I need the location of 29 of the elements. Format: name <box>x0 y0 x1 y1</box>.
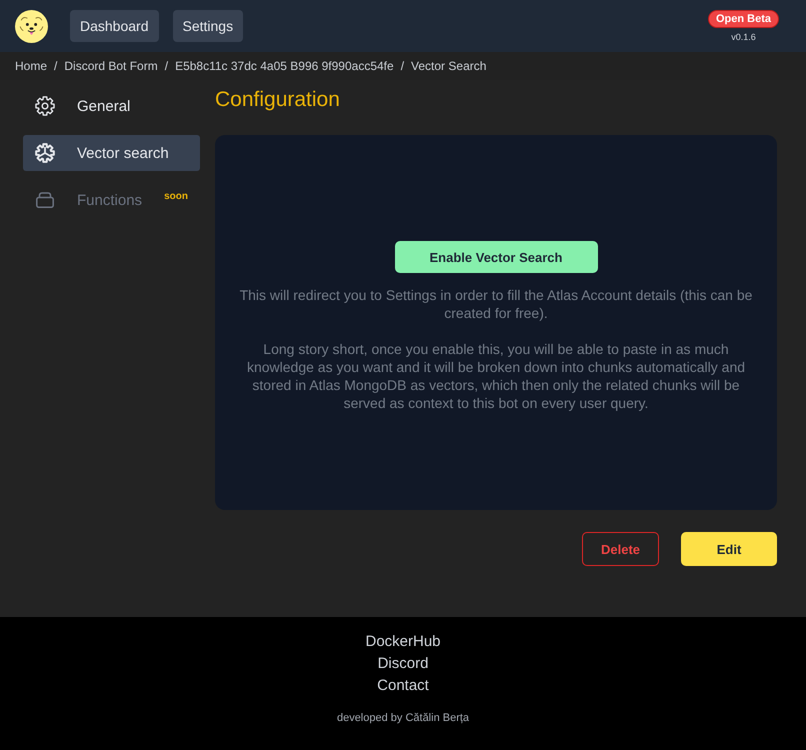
footer-link[interactable]: DockerHub <box>365 631 441 653</box>
gear-icon <box>35 96 55 116</box>
nav-button[interactable]: Dashboard <box>70 10 158 42</box>
archive-box-icon <box>35 190 55 210</box>
footer-link[interactable]: Contact <box>377 675 429 697</box>
description-text: This will redirect you to Settings in order to fill the Atlas Account details (this can be created for free). <box>238 286 754 322</box>
section-title: Configuration <box>215 88 341 113</box>
breadcrumb-link[interactable]: Discord Bot Form <box>64 59 158 73</box>
wheel-icon <box>35 143 55 163</box>
breadcrumb-link[interactable]: E5b8c11c 37dc 4a05 B996 9f990acc54fe <box>175 59 394 73</box>
sidebar-item[interactable]: General <box>23 88 200 124</box>
dog-logo-icon[interactable] <box>15 10 48 42</box>
breadcrumb-separator: / <box>400 59 404 73</box>
sidebar-item[interactable]: Vector search <box>23 135 200 171</box>
sidebar-item: Functions soon <box>23 182 200 218</box>
footer-link[interactable]: Discord <box>378 653 428 675</box>
breadcrumb-separator: / <box>54 59 58 73</box>
breadcrumb-separator: / <box>164 59 168 73</box>
description-text: Long story short, once you enable this, you will be able to paste in as much knowledge as you want and it will be broken down into chunks automatically and stored in Atlas MongoDB as vectors, which then only the related chunks will be served as context to this bot on every user query. <box>246 340 746 412</box>
enable-vector-search-button[interactable]: Enable Vector Search <box>394 241 598 273</box>
edit-button[interactable]: Edit <box>681 532 777 566</box>
beta-badge: Open Beta <box>708 10 779 28</box>
delete-button[interactable]: Delete <box>582 532 659 566</box>
breadcrumb-link[interactable]: Home <box>15 59 48 73</box>
credit-text: developed by Cătălin Berța <box>336 712 470 725</box>
breadcrumb-current: Vector Search <box>411 59 486 73</box>
version-text: v0.1.6 <box>731 32 756 42</box>
nav-button[interactable]: Settings <box>172 10 244 42</box>
soon-label: soon <box>164 191 188 203</box>
